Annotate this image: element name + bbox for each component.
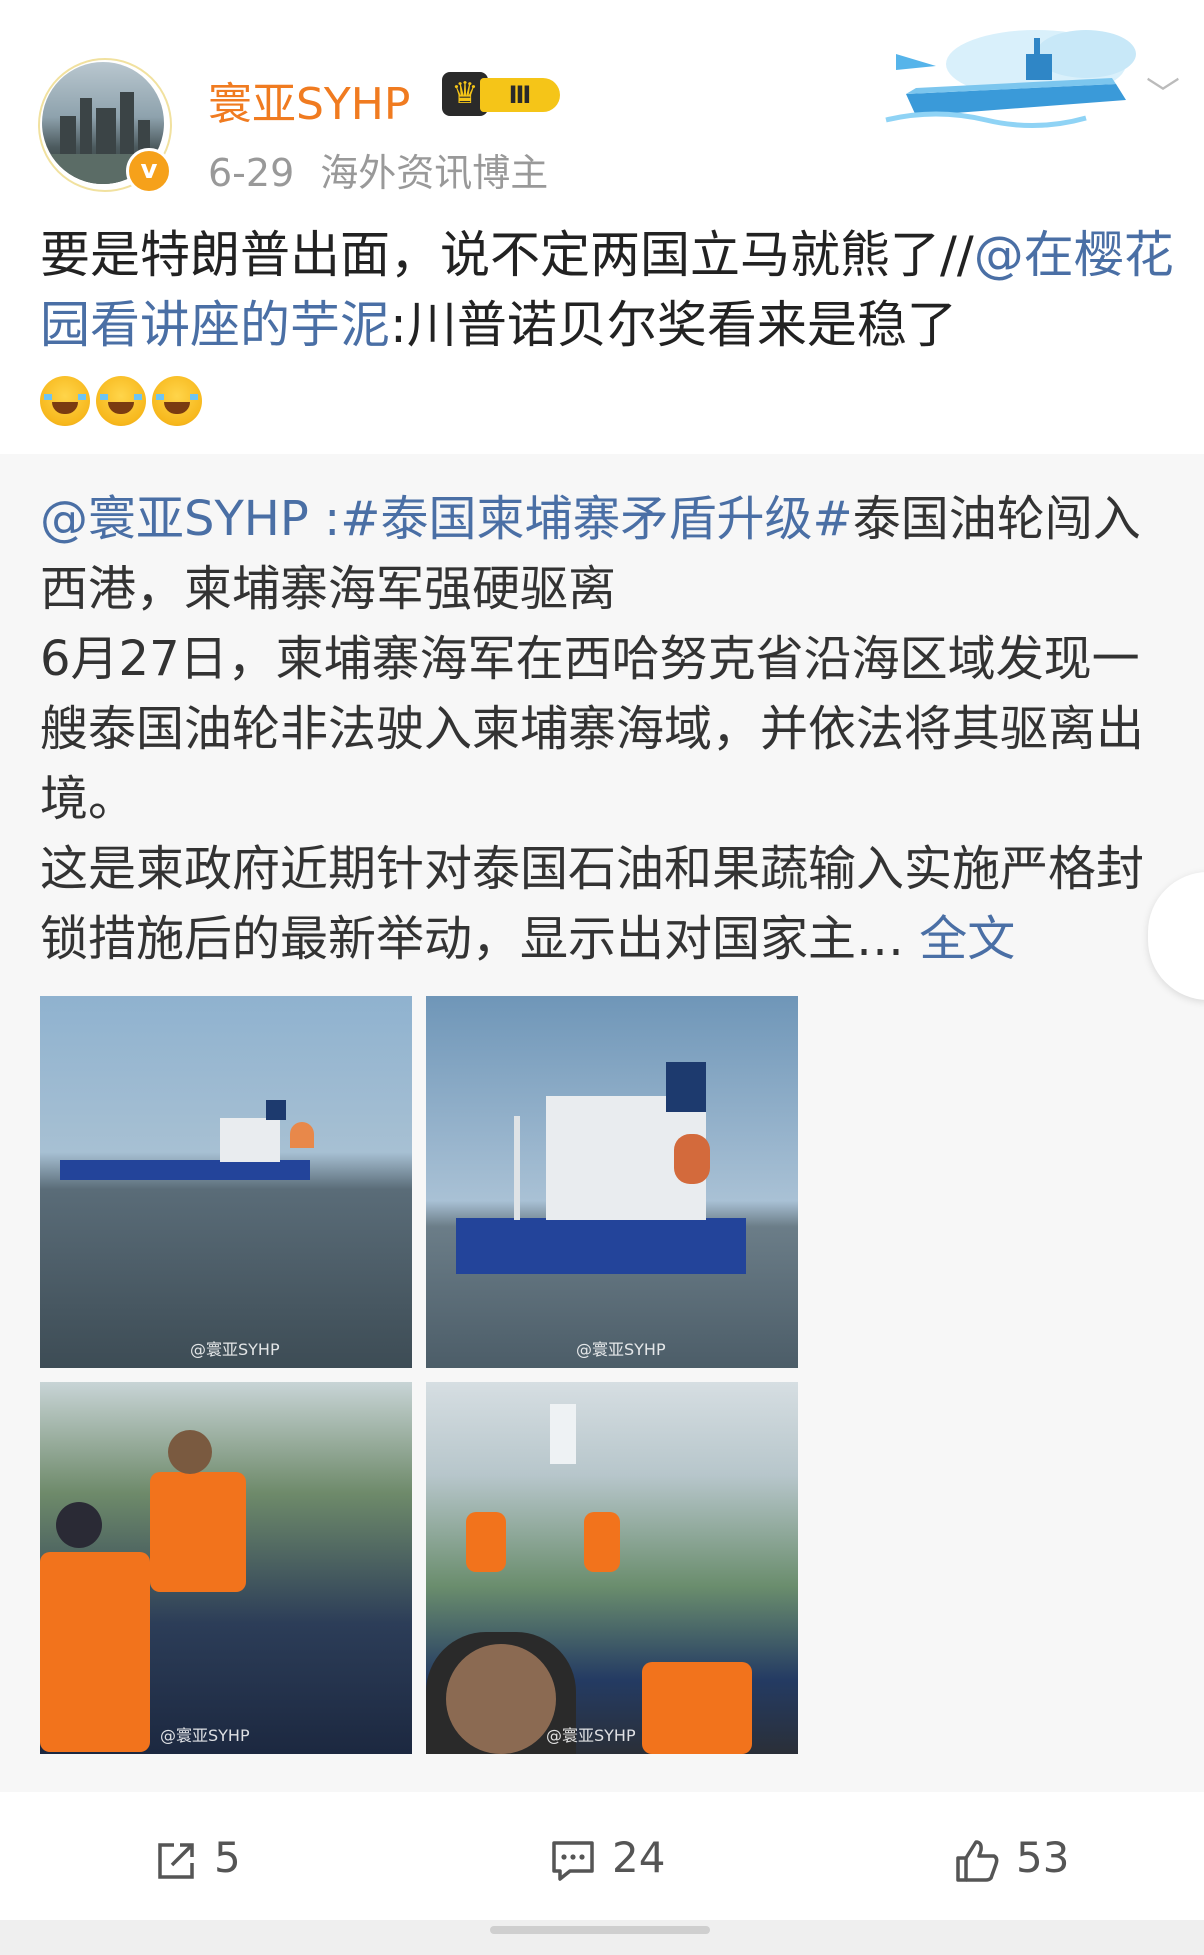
- comment-icon: [552, 1840, 594, 1881]
- photo-tanker-distant[interactable]: @寰亚SYHP: [40, 996, 412, 1368]
- photo-tanker-close[interactable]: @寰亚SYHP: [426, 996, 798, 1368]
- post-header: v 寰亚SYHP ♛ Ⅲ 6-29 海外资讯博主 ﹀: [0, 0, 1204, 200]
- repost-count: 5: [214, 1833, 241, 1882]
- like-button[interactable]: 53: [952, 1830, 1069, 1886]
- full-text-link[interactable]: 全文: [904, 911, 1015, 967]
- repost-text: @寰亚SYHP :#泰国柬埔寨矛盾升级#泰国油轮闯入西港，柬埔寨海军强硬驱离 6…: [40, 484, 1180, 974]
- verified-badge-icon: v: [126, 148, 172, 194]
- laugh-crying-emoji-icon: [40, 376, 90, 426]
- image-watermark: @寰亚SYHP: [546, 1726, 636, 1745]
- comment-button[interactable]: 24: [548, 1830, 665, 1886]
- emoji-row: [40, 376, 208, 428]
- image-watermark: @寰亚SYHP: [190, 1340, 280, 1359]
- username[interactable]: 寰亚SYHP: [208, 68, 410, 132]
- photo-deck-crew[interactable]: @寰亚SYHP: [426, 1382, 798, 1754]
- user-level-badge[interactable]: ♛ Ⅲ: [442, 72, 568, 116]
- image-watermark: @寰亚SYHP: [160, 1726, 250, 1745]
- post-content: 要是特朗普出面，说不定两国立马就熊了//@在樱花园看讲座的芋泥:川普诺贝尔奖看来…: [40, 220, 1180, 360]
- home-indicator[interactable]: [490, 1926, 710, 1934]
- level-tag: Ⅲ: [480, 78, 560, 112]
- aircraft-carrier-decoration-icon: [885, 30, 1136, 129]
- weibo-post-card: v 寰亚SYHP ♛ Ⅲ 6-29 海外资讯博主 ﹀ 要是特朗普出面，说不定两国立…: [0, 0, 1204, 1920]
- photo-navy-boarding[interactable]: @寰亚SYHP: [40, 1382, 412, 1754]
- repost-button[interactable]: 5: [152, 1830, 241, 1886]
- hashtag-link[interactable]: :#泰国柬埔寨矛盾升级#: [309, 491, 853, 547]
- action-bar: 5 24 53: [0, 1794, 1204, 1920]
- more-chevron-icon[interactable]: ﹀: [1146, 78, 1180, 112]
- laugh-crying-emoji-icon: [152, 376, 202, 426]
- like-count: 53: [1016, 1833, 1070, 1882]
- post-text: 要是特朗普出面，说不定两国立马就熊了//: [40, 226, 974, 284]
- user-role: 海外资讯博主: [320, 151, 549, 195]
- post-meta: 6-29 海外资讯博主: [208, 142, 548, 197]
- post-date: 6-29: [208, 151, 295, 195]
- thumbs-up-icon: [956, 1839, 999, 1882]
- reposted-content[interactable]: @寰亚SYHP :#泰国柬埔寨矛盾升级#泰国油轮闯入西港，柬埔寨海军强硬驱离 6…: [0, 454, 1204, 1792]
- comment-count: 24: [612, 1833, 666, 1882]
- laugh-crying-emoji-icon: [96, 376, 146, 426]
- post-text-continued: :川普诺贝尔奖看来是稳了: [390, 296, 957, 354]
- repost-line2: 6月27日，柬埔寨海军在西哈努克省沿海区域发现一艘泰国油轮非法驶入柬埔寨海域，并…: [40, 631, 1145, 827]
- repost-author-mention[interactable]: @寰亚SYHP: [40, 491, 309, 547]
- image-grid: @寰亚SYHP @寰亚SYHP @寰亚SYHP @寰亚SYHP: [40, 996, 800, 1758]
- share-icon: [158, 1842, 194, 1879]
- image-watermark: @寰亚SYHP: [576, 1340, 666, 1359]
